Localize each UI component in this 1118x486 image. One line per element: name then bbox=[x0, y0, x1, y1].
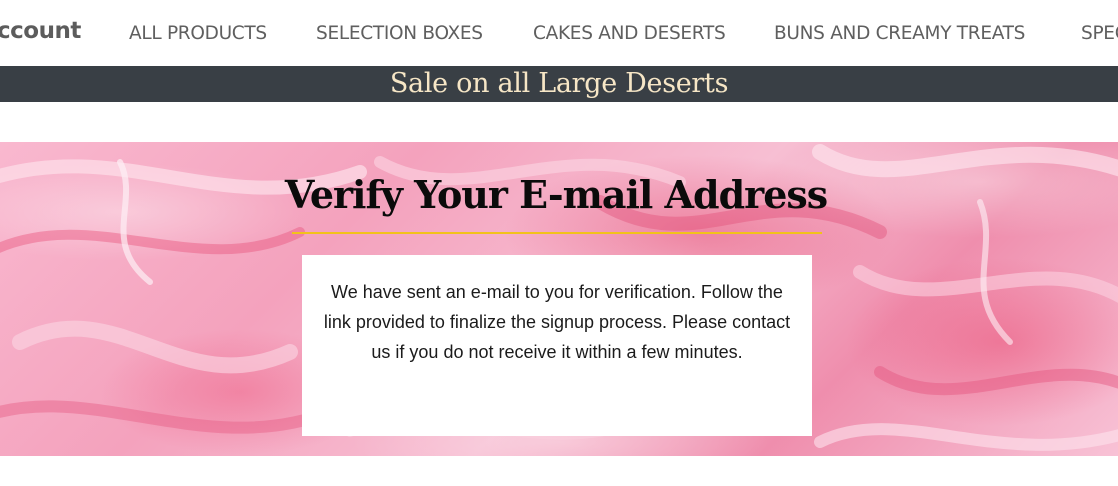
verification-message-text: We have sent an e-mail to you for verifi… bbox=[323, 282, 791, 362]
sale-banner-text: Sale on all Large Deserts bbox=[389, 68, 729, 99]
verification-message-card: We have sent an e-mail to you for verifi… bbox=[302, 255, 812, 436]
nav-link-selection-boxes[interactable]: SELECTION BOXES bbox=[316, 23, 483, 44]
hero-section: Verify Your E-mail Address We have sent … bbox=[0, 142, 1118, 456]
sale-banner: Sale on all Large Deserts bbox=[0, 66, 1118, 102]
nav-link-specials[interactable]: SPEC bbox=[1081, 23, 1118, 44]
nav-link-buns-and-creamy-treats[interactable]: BUNS AND CREAMY TREATS bbox=[774, 23, 1025, 44]
account-link[interactable]: ccount bbox=[0, 18, 81, 44]
page-title: Verify Your E-mail Address bbox=[284, 172, 828, 217]
title-underline bbox=[292, 232, 822, 234]
top-navigation-bar: ccount ALL PRODUCTS SELECTION BOXES CAKE… bbox=[0, 0, 1118, 66]
nav-link-all-products[interactable]: ALL PRODUCTS bbox=[129, 23, 267, 44]
nav-link-cakes-and-deserts[interactable]: CAKES AND DESERTS bbox=[533, 23, 726, 44]
